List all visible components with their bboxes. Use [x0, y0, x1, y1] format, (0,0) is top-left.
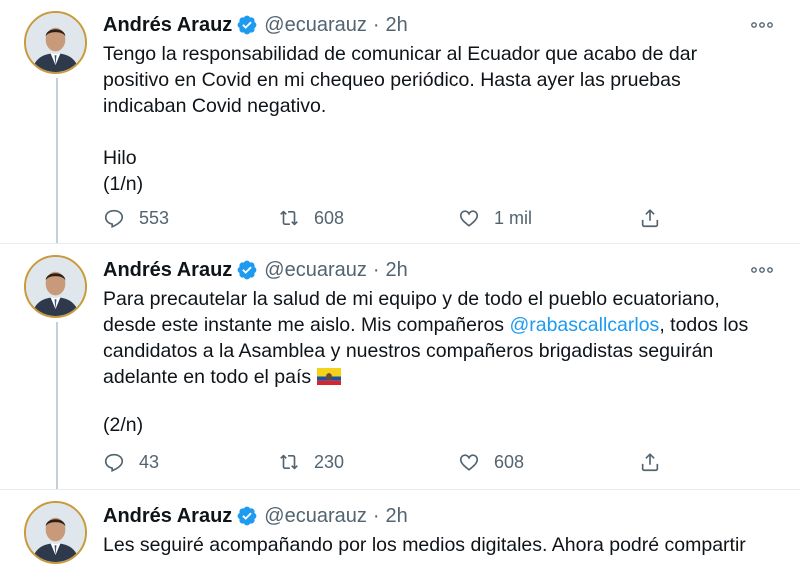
tweet[interactable]: Andrés Arauz @ecuarauz · 2h Les seguiré …	[0, 490, 800, 564]
mention-link[interactable]: @rabascallcarlos	[509, 314, 659, 336]
tweet-header: Andrés Arauz @ecuarauz · 2h	[103, 256, 408, 284]
like-button[interactable]: 1 mil	[458, 203, 532, 233]
author-name[interactable]: Andrés Arauz	[103, 14, 232, 37]
share-icon	[639, 207, 661, 229]
reply-icon	[103, 451, 125, 473]
tweet-text-footer: (2/n)	[103, 414, 144, 436]
verified-badge-icon	[236, 14, 258, 36]
verified-badge-icon	[236, 259, 258, 281]
timestamp[interactable]: 2h	[386, 259, 408, 282]
reply-count: 553	[139, 207, 170, 228]
share-icon	[639, 451, 661, 473]
tweet-text: Para precautelar la salud de mi equipo y…	[103, 286, 783, 390]
avatar[interactable]	[24, 255, 87, 318]
tweet-header: Andrés Arauz @ecuarauz · 2h	[103, 502, 408, 530]
heart-icon	[458, 207, 480, 229]
avatar[interactable]	[24, 11, 87, 74]
tweet[interactable]: Andrés Arauz @ecuarauz · 2h Para precaut…	[0, 244, 800, 489]
retweet-icon	[278, 207, 300, 229]
timestamp[interactable]: 2h	[386, 14, 408, 37]
timestamp[interactable]: 2h	[386, 505, 408, 528]
like-count: 608	[494, 451, 525, 472]
tweet-actions: 553 608 1 mil	[103, 203, 663, 233]
more-options-icon[interactable]	[748, 261, 776, 279]
reply-button[interactable]: 553	[103, 203, 169, 233]
tweet-actions: 43 230 608	[103, 447, 663, 477]
tweet[interactable]: Andrés Arauz @ecuarauz · 2h Tengo la res…	[0, 0, 800, 243]
reply-button[interactable]: 43	[103, 447, 159, 477]
separator: ·	[372, 504, 380, 527]
like-count: 1 mil	[494, 207, 533, 228]
retweet-count: 230	[314, 451, 345, 472]
tweet-text: Tengo la responsabilidad de comunicar al…	[103, 43, 698, 195]
tweet-header: Andrés Arauz @ecuarauz · 2h	[103, 11, 408, 39]
more-options-icon[interactable]	[748, 16, 776, 34]
reply-count: 43	[139, 451, 160, 472]
author-name[interactable]: Andrés Arauz	[103, 505, 232, 528]
heart-icon	[458, 451, 480, 473]
reply-icon	[103, 207, 125, 229]
separator: ·	[372, 13, 380, 36]
ecuador-flag-icon	[317, 368, 341, 385]
author-name[interactable]: Andrés Arauz	[103, 259, 232, 282]
retweet-button[interactable]: 608	[278, 203, 344, 233]
retweet-button[interactable]: 230	[278, 447, 344, 477]
retweet-count: 608	[314, 207, 345, 228]
separator: ·	[372, 258, 380, 281]
share-button[interactable]	[639, 447, 675, 477]
thread-line	[56, 322, 58, 489]
author-handle[interactable]: @ecuarauz	[264, 14, 367, 37]
avatar[interactable]	[24, 501, 87, 564]
verified-badge-icon	[236, 505, 258, 527]
thread-line	[56, 78, 58, 243]
share-button[interactable]	[639, 203, 675, 233]
author-handle[interactable]: @ecuarauz	[264, 259, 367, 282]
retweet-icon	[278, 451, 300, 473]
like-button[interactable]: 608	[458, 447, 524, 477]
tweet-text: Les seguiré acompañando por los medios d…	[103, 534, 746, 556]
author-handle[interactable]: @ecuarauz	[264, 505, 367, 528]
